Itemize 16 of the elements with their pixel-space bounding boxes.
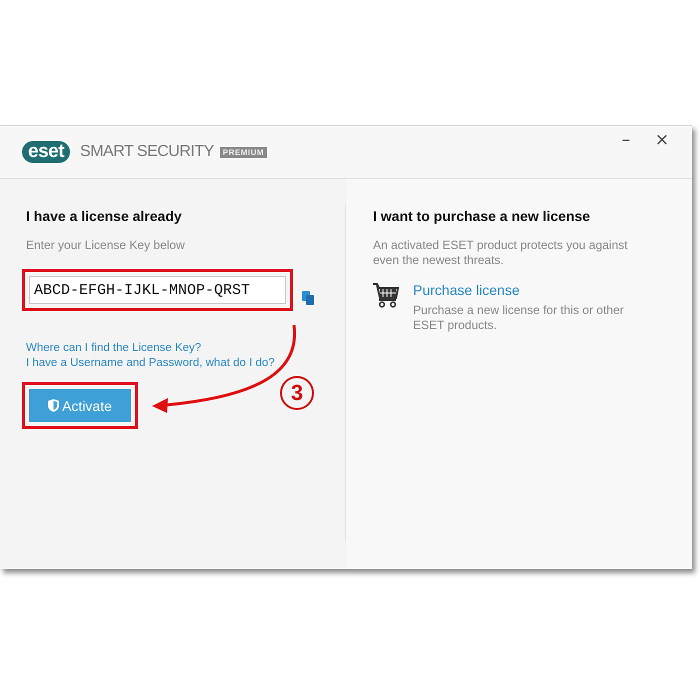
purchase-link[interactable]: Purchase license <box>413 282 652 298</box>
close-button[interactable]: × <box>650 130 674 150</box>
edition-badge: PREMIUM <box>220 146 268 158</box>
description-text: An activated ESET product protects you against even the newest threats. <box>373 238 629 268</box>
minimize-button[interactable]: – <box>614 130 638 150</box>
help-link[interactable]: I have a Username and Password, what do I do? <box>26 356 345 370</box>
license-key-field[interactable]: ABCD-EFGH-IJKL-MNOP-QRST <box>29 276 286 304</box>
section-title: I have a license already <box>26 208 183 224</box>
product-name: SMART SECURITY <box>80 143 214 161</box>
section-title: I want to purchase a new license <box>373 208 592 224</box>
logo-mark: eset <box>22 141 70 163</box>
hint-text: Enter your License Key below <box>26 238 186 253</box>
purchase-description: Purchase a new license for this or other ESET products. <box>413 303 625 333</box>
step-number: 3 <box>280 376 314 410</box>
help-link[interactable]: Where can I find the License Key? <box>26 341 345 355</box>
activate-button[interactable]: Activate <box>29 389 131 422</box>
